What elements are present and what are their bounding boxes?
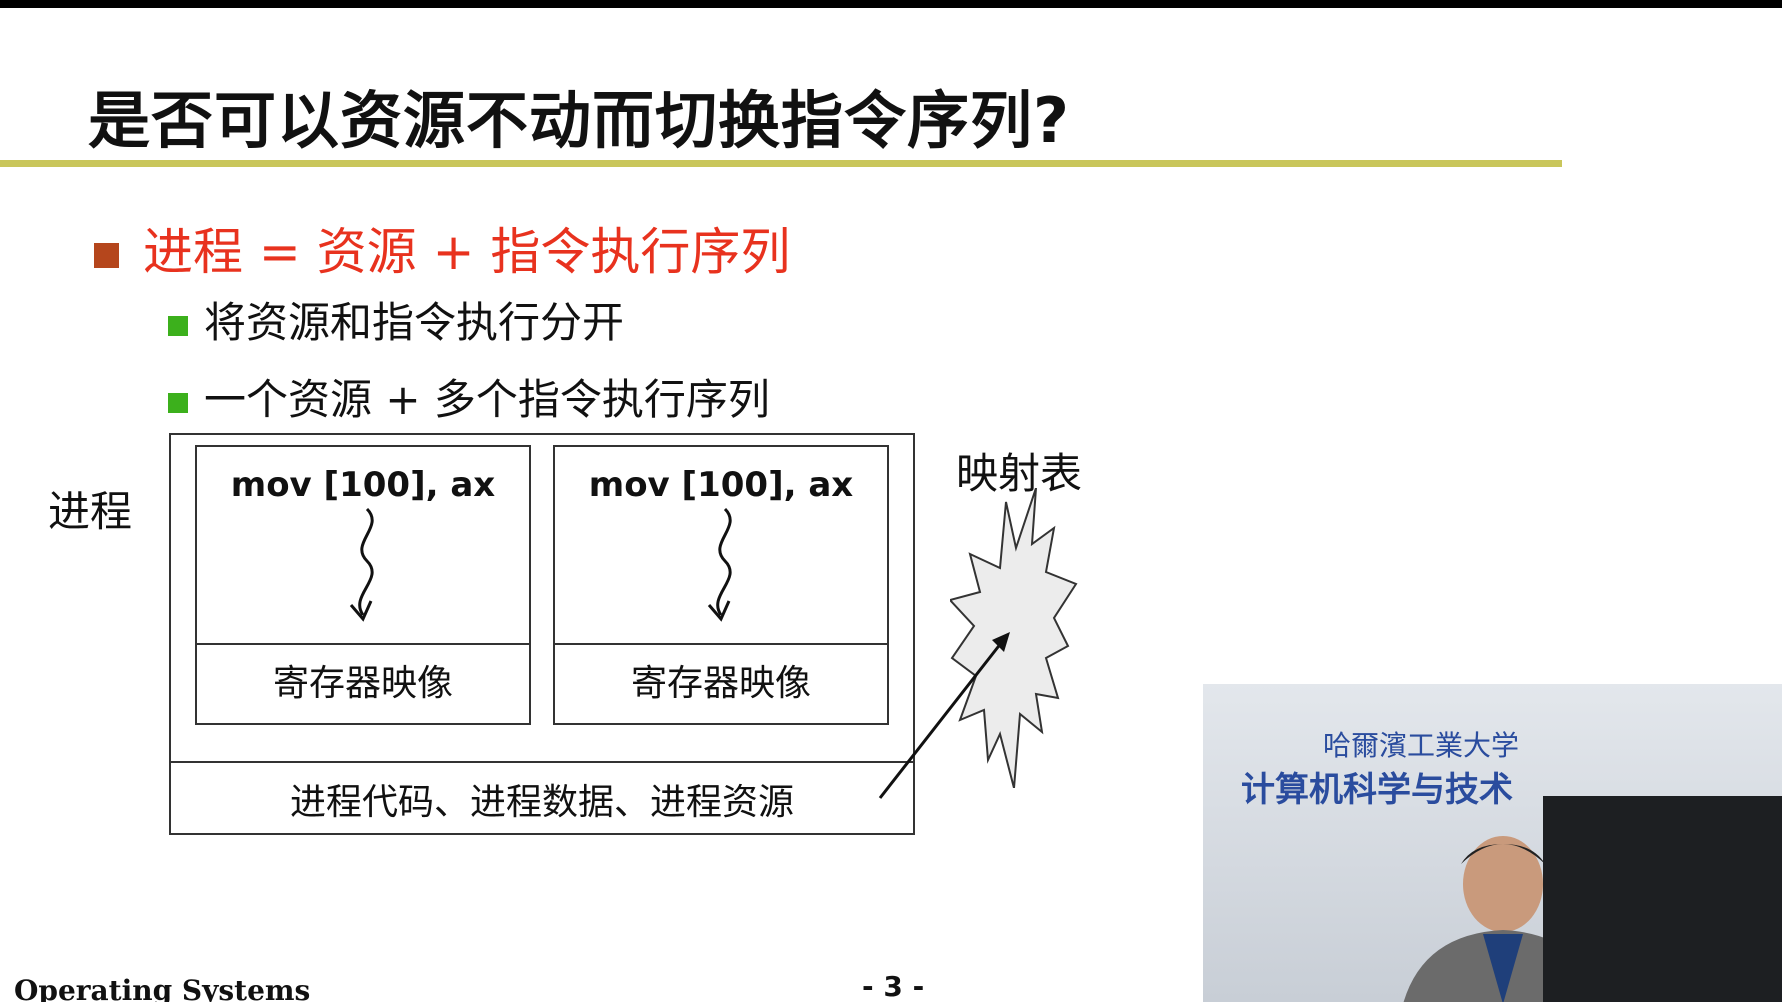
sub-bullet-text: 将资源和指令执行分开 (204, 298, 625, 347)
thread-code: mov [100], ax (230, 465, 496, 505)
square-bullet-icon (168, 315, 188, 336)
department-name: 计算机科学与技术 (1241, 770, 1513, 810)
register-image: 寄存器映像 (555, 643, 887, 723)
course-footer: Operating Systems (14, 974, 311, 1002)
sub-bullet-1: 将资源和指令执行分开 (168, 289, 624, 350)
register-image: 寄存器映像 (197, 643, 529, 723)
shared-resources: 进程代码、进程数据、进程资源 (169, 761, 915, 835)
sub-bullet-2: 一个资源 + 多个指令执行序列 (168, 366, 770, 427)
squiggle-arrow-icon (349, 507, 374, 622)
slide-title: 是否可以资源不动而切换指令序列? (88, 84, 1070, 157)
page-number: - 3 - (862, 970, 925, 1002)
title-divider (0, 160, 1562, 167)
thread-code: mov [100], ax (588, 465, 854, 505)
main-bullet-text: 进程 = 资源 + 指令执行序列 (143, 223, 791, 281)
mapping-arrow-icon (878, 632, 1010, 799)
sub-bullet-text: 一个资源 + 多个指令执行序列 (204, 375, 770, 424)
thread-box-1: mov [100], ax 寄存器映像 (195, 445, 531, 725)
square-bullet-icon (168, 392, 188, 413)
thread-box-2: mov [100], ax 寄存器映像 (553, 445, 889, 725)
squiggle-arrow-icon (707, 507, 732, 622)
main-bullet: 进程 = 资源 + 指令执行序列 (94, 212, 790, 284)
monitor (1543, 796, 1782, 1002)
square-bullet-icon (94, 243, 119, 268)
process-label: 进程 (48, 487, 133, 536)
lecturer-video: 哈爾濱工業大学 计算机科学与技术 (1203, 684, 1782, 1002)
university-name: 哈爾濱工業大学 (1323, 729, 1520, 762)
